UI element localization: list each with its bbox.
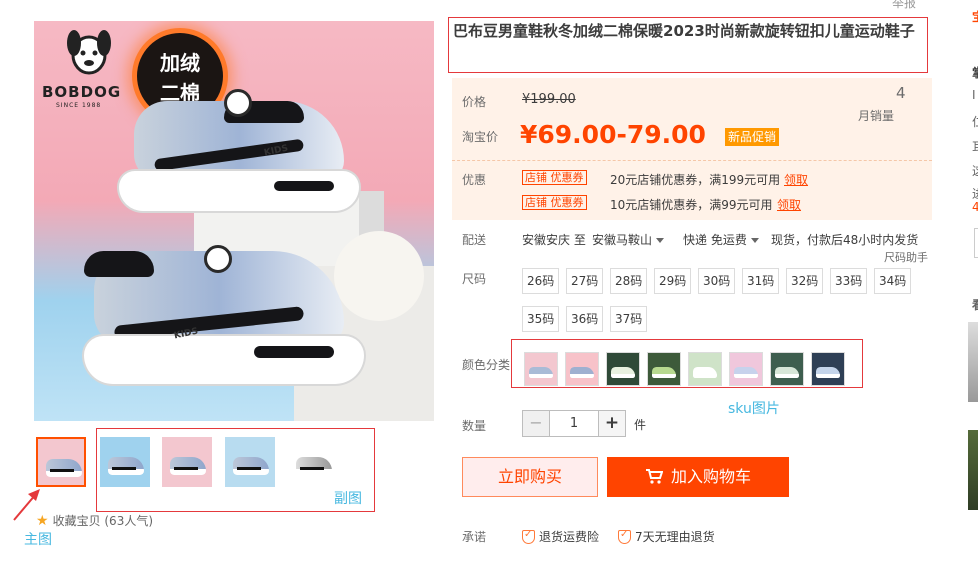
size-option[interactable]: 32码: [786, 268, 824, 294]
main-thumbnail[interactable]: [36, 437, 86, 487]
color-option[interactable]: [688, 352, 722, 386]
right-panel-text: 宝: [972, 8, 978, 25]
delivery-destination-select[interactable]: 安徽马鞍山: [592, 231, 665, 248]
brand-name: BOBDOG: [42, 83, 122, 101]
add-to-cart-label: 加入购物车: [670, 467, 751, 486]
promise-label: 承诺: [462, 530, 487, 544]
chevron-down-icon: [750, 238, 759, 243]
color-option[interactable]: [606, 352, 640, 386]
price-label: 价格: [462, 95, 487, 109]
favorite-row[interactable]: ★ 收藏宝贝 (63人气): [36, 512, 153, 529]
right-panel-text: 看: [972, 296, 978, 313]
size-option[interactable]: 35码: [522, 306, 560, 332]
cart-icon: [645, 469, 663, 484]
quantity-unit: 件: [634, 418, 647, 432]
claim-coupon-link[interactable]: 领取: [784, 171, 808, 188]
promotion-badge: 新品促销: [725, 128, 780, 146]
color-option[interactable]: [729, 352, 763, 386]
monthly-sales-label: 月销量: [858, 109, 895, 123]
size-option[interactable]: 36码: [566, 306, 604, 332]
brand-since: SINCE 1988: [56, 102, 102, 109]
recommend-image[interactable]: [968, 430, 978, 510]
divider: [452, 160, 932, 161]
report-link[interactable]: 举报: [892, 0, 916, 11]
color-option[interactable]: [770, 352, 804, 386]
stock-status: 现货，付款后48小时内发货: [771, 233, 919, 247]
size-option[interactable]: 31码: [742, 268, 780, 294]
favorite-label: 收藏宝贝 (63人气): [52, 514, 154, 528]
shoe-thumbnail-icon: [816, 367, 840, 378]
coupon-tag: 店铺 优惠券: [522, 195, 587, 210]
size-option[interactable]: 26码: [522, 268, 560, 294]
right-panel-button[interactable]: [974, 228, 978, 258]
color-label: 颜色分类: [462, 358, 511, 372]
delivery-origin: 安徽安庆 至: [522, 233, 586, 247]
size-option[interactable]: 34码: [874, 268, 912, 294]
shoe-thumbnail-icon: [693, 367, 717, 378]
delivery-method-select[interactable]: 快递 免运费: [683, 231, 759, 248]
coupon-tag: 店铺 优惠券: [522, 170, 587, 185]
promise-item[interactable]: 退货运费险: [522, 528, 599, 545]
taobao-price-label: 淘宝价: [462, 130, 499, 144]
shoe-thumbnail-icon: [529, 367, 553, 378]
quantity-input[interactable]: 1: [550, 410, 598, 437]
size-option[interactable]: 29码: [654, 268, 692, 294]
right-panel-text: 4: [972, 200, 978, 214]
shield-icon: [522, 529, 535, 544]
chevron-down-icon: [656, 238, 665, 243]
buy-now-button[interactable]: 立即购买: [462, 457, 598, 497]
original-price: ¥199.00: [522, 92, 576, 107]
sale-price: ¥69.00-79.00: [520, 120, 706, 149]
add-to-cart-button[interactable]: 加入购物车: [607, 457, 789, 497]
color-option[interactable]: [647, 352, 681, 386]
shoe-thumbnail-icon: [570, 367, 594, 378]
quantity-increase-button[interactable]: +: [598, 410, 626, 437]
shoe-thumbnail-icon: [652, 367, 676, 378]
delivery-method-value: 快递 免运费: [683, 233, 747, 247]
right-panel-text: I: [972, 88, 976, 102]
quantity-decrease-button[interactable]: −: [522, 410, 550, 437]
main-image-annotation-label: 主图: [24, 532, 52, 548]
size-label: 尺码: [462, 272, 487, 286]
coupon-text: 20元店铺优惠券，满199元可用: [610, 173, 781, 187]
product-title: 巴布豆男童鞋秋冬加绒二棉保暖2023时尚新款旋转钮扣儿童运动鞋子: [453, 22, 915, 40]
shoe-thumbnail-icon: [611, 367, 635, 378]
sub-images-annotation-label: 副图: [334, 491, 362, 507]
main-product-image[interactable]: BOBDOG SINCE 1988 加绒 二棉 KIDS KIDS: [34, 21, 434, 421]
right-side-panel: 宝 掌 I 仁 耳 这 进 4 看: [966, 0, 978, 561]
shoe-top: KIDS: [114, 71, 364, 221]
shoe-thumbnail-icon: [775, 367, 799, 378]
size-option[interactable]: 30码: [698, 268, 736, 294]
size-option[interactable]: 27码: [566, 268, 604, 294]
right-panel-text: 掌: [972, 64, 978, 81]
right-panel-text: 仁: [972, 113, 978, 130]
right-panel-text: 这: [972, 162, 978, 179]
promise-item[interactable]: 7天无理由退货: [618, 528, 715, 545]
monthly-sales-count: 4: [896, 84, 906, 102]
shield-icon: [618, 529, 631, 544]
delivery-destination-value: 安徽马鞍山: [592, 233, 653, 247]
bobdog-mascot-icon: [67, 30, 111, 75]
coupon-text: 10元店铺优惠券，满99元可用: [610, 198, 773, 212]
recommend-image[interactable]: [968, 322, 978, 402]
claim-coupon-link[interactable]: 领取: [777, 196, 801, 213]
sku-images-annotation-label: sku图片: [728, 401, 780, 417]
quantity-label: 数量: [462, 419, 487, 433]
right-panel-text: 耳: [972, 138, 978, 155]
promo-label: 优惠: [462, 173, 487, 187]
size-option[interactable]: 33码: [830, 268, 868, 294]
size-option[interactable]: 37码: [610, 306, 648, 332]
color-option[interactable]: [565, 352, 599, 386]
size-helper-link[interactable]: 尺码助手: [884, 249, 928, 265]
shoe-thumbnail-icon: [734, 367, 758, 378]
shoe-bottom: KIDS: [74, 221, 374, 391]
delivery-label: 配送: [462, 233, 487, 247]
color-option[interactable]: [524, 352, 558, 386]
promise-text: 退货运费险: [539, 530, 600, 544]
star-icon: ★: [36, 512, 49, 529]
size-option[interactable]: 28码: [610, 268, 648, 294]
promise-text: 7天无理由退货: [635, 530, 715, 544]
color-option[interactable]: [811, 352, 845, 386]
